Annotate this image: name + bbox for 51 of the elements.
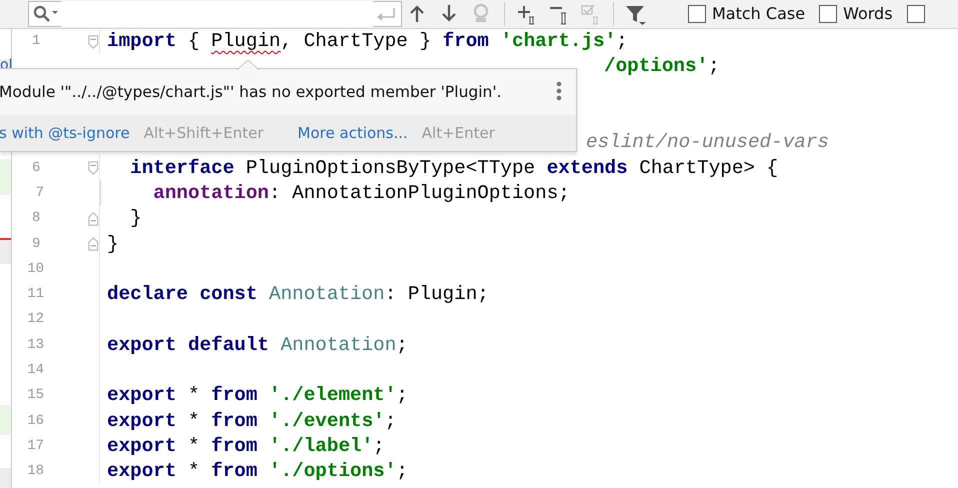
code-line: export * from './options';: [106, 459, 408, 484]
line-number: 17: [26, 436, 44, 456]
shortcut-hint: Alt+Enter: [422, 122, 495, 144]
line-number: 8: [31, 209, 40, 228]
line-number: 9: [31, 234, 40, 254]
fold-marker-icon[interactable]: [88, 236, 99, 252]
line-number: 16: [26, 412, 44, 431]
checkbox[interactable]: [819, 5, 838, 23]
code-line: }: [106, 232, 119, 257]
code-line: eslint/no-unused-vars: [585, 130, 829, 156]
error-underline: Plugin: [211, 30, 281, 52]
checkbox[interactable]: [688, 5, 706, 23]
search-field[interactable]: [28, 1, 402, 27]
error-message: Module '"../../@types/chart.js"' has no exported member 'Plugin'.: [0, 82, 503, 103]
line-number: 14: [26, 361, 44, 380]
line-number: 7: [34, 184, 44, 203]
panel-row: [0, 468, 11, 488]
line-number: 13: [26, 336, 44, 355]
line-number: 11: [26, 285, 44, 304]
code-line: export * from './events';: [106, 408, 396, 434]
fold-marker-icon[interactable]: [88, 210, 99, 227]
code-line: export default Annotation;: [106, 332, 408, 358]
enter-icon: [375, 6, 397, 22]
line-number: 10: [26, 260, 44, 279]
checkbox-label[interactable]: Words: [843, 2, 893, 26]
change-marker: [0, 159, 11, 195]
code-line: interface PluginOptionsByType<TType extends ChartType> {: [129, 156, 778, 181]
fold-marker-icon[interactable]: [88, 34, 99, 50]
checkbox[interactable]: [906, 5, 925, 23]
line-number: 6: [31, 158, 40, 178]
code-line: declare const Annotation: Plugin;: [106, 282, 489, 308]
code-line: /options';: [603, 54, 720, 80]
more-options-icon[interactable]: [556, 81, 562, 101]
line-number: 1: [31, 32, 40, 52]
code-line: import { Plugin, ChartType } from 'chart.js';: [106, 29, 628, 54]
error-stripe: [0, 238, 11, 240]
line-number: 12: [26, 310, 44, 330]
line-number: 18: [26, 462, 44, 482]
fold-marker-icon[interactable]: [88, 160, 99, 176]
code-line: annotation: AnnotationPluginOptions;: [152, 180, 570, 206]
code-line: export * from './label';: [106, 434, 385, 459]
action-link[interactable]: s with @ts-ignore: [0, 122, 130, 144]
line-number: 15: [26, 386, 44, 406]
change-marker: [0, 405, 11, 435]
shortcut-hint: Alt+Shift+Enter: [144, 122, 264, 144]
action-link[interactable]: More actions...: [298, 122, 408, 144]
panel-row: [0, 240, 11, 264]
code-line: }: [129, 206, 142, 232]
search-icon[interactable]: [33, 5, 59, 23]
checkbox-label[interactable]: Match Case: [712, 2, 806, 26]
code-line: export * from './element';: [106, 383, 408, 408]
